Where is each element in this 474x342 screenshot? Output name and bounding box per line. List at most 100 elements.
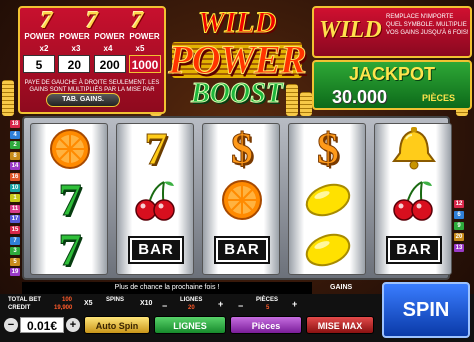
coin-plus-button[interactable]: + — [66, 318, 80, 332]
payline-number: 6 — [454, 211, 464, 219]
jackpot-label: JACKPOT — [348, 64, 435, 84]
reel-cell: BAR — [203, 225, 281, 275]
payline-number: 18 — [10, 120, 20, 128]
reel-cell: $ — [289, 124, 367, 174]
lignes-label: LIGNES — [180, 297, 203, 303]
payline-number: 14 — [10, 162, 20, 171]
spins-label: SPINS — [106, 297, 125, 303]
lignes-button[interactable]: LIGNES — [154, 316, 226, 334]
lignes-plus-button[interactable]: + — [218, 300, 223, 309]
slot-game: 7 7 7 POWER POWER POWER POWER x2 x3 x4 x… — [0, 0, 474, 342]
seven-green-symbol: 7 — [58, 224, 82, 275]
jackpot-panel: JACKPOT 30.000 PIÈCES — [312, 60, 472, 110]
gains-box: GAINS — [312, 282, 380, 320]
bar-symbol: BAR — [128, 236, 184, 264]
reel-cell — [31, 124, 109, 174]
credit-value: 19,900 — [54, 305, 73, 311]
orange-icon — [222, 180, 262, 220]
payline-number: 9 — [454, 222, 464, 230]
status-message: Plus de chance la prochaine fois ! — [22, 282, 312, 294]
credit-label: CREDIT — [8, 305, 31, 311]
payline-number: 3 — [10, 247, 20, 256]
paytable-power-label: POWER — [59, 32, 90, 41]
seven-gold-symbol: 7 — [144, 123, 168, 174]
reel-frame: 7 7 7 BAR $ BAR $ BAR — [22, 116, 452, 280]
paytable-value: 20 — [58, 55, 91, 73]
paytable-value: 5 — [23, 55, 55, 73]
wild-description: REMPLACE N'IMPORTE QUEL SYMBOLE. MULTIPL… — [386, 14, 469, 36]
coin-value-control: − 0.01€ + — [4, 316, 80, 334]
pieces-value: 5 — [266, 305, 270, 311]
tab-gains-button[interactable]: TAB. GAINS. — [46, 93, 120, 107]
payline-number: 17 — [10, 215, 20, 224]
dollar-symbol: $ — [317, 124, 340, 173]
lemon-icon — [305, 233, 351, 267]
payline-number: 7 — [10, 236, 20, 245]
payline-number: 4 — [10, 130, 20, 139]
lignes-minus-button[interactable]: − — [162, 302, 167, 311]
paytable-value: 1000 — [128, 55, 161, 73]
paytable-power-label: POWER — [94, 32, 125, 41]
reel-4: $ — [288, 123, 366, 275]
paytable-power-label: POWER — [129, 32, 160, 41]
payline-number: 11 — [10, 204, 20, 213]
logo-power-text: POWER — [168, 37, 307, 83]
x5-button[interactable]: X5 — [84, 300, 93, 308]
paytable-seven: 7 — [131, 8, 144, 34]
reel-cell: $ — [203, 124, 281, 174]
payline-number: 2 — [10, 141, 20, 150]
jackpot-unit: PIÈCES — [422, 93, 456, 103]
payline-number: 5 — [10, 257, 20, 266]
orange-icon — [50, 129, 90, 169]
total-bet-value: 100 — [62, 297, 73, 303]
coin-stack-decoration — [2, 80, 14, 116]
payline-number: 15 — [10, 226, 20, 234]
gains-label: GAINS — [330, 284, 353, 291]
reel-cell: 7 — [31, 175, 109, 225]
pieces-label: PIÈCES — [256, 297, 279, 303]
payline-number: 10 — [10, 183, 20, 192]
reel-1: 77 — [30, 123, 108, 275]
reel-cell: BAR — [117, 225, 195, 275]
reel-cell — [203, 175, 281, 225]
payline-number: 8 — [10, 151, 20, 160]
total-bet-label: TOTAL BET — [8, 297, 41, 303]
pieces-minus-button[interactable]: − — [238, 302, 243, 311]
payline-number: 1 — [10, 194, 20, 203]
paytable-seven: 7 — [40, 8, 53, 34]
x10-button[interactable]: X10 — [140, 300, 152, 308]
bar-symbol: BAR — [386, 236, 442, 264]
reel-2: 7 BAR — [116, 123, 194, 275]
spin-button[interactable]: SPIN — [382, 282, 470, 338]
paytable-seven: 7 — [85, 8, 98, 34]
payline-number: 13 — [454, 244, 464, 252]
paytable-multiplier: x5 — [135, 44, 145, 53]
game-logo: WILD POWER BOOST — [168, 4, 307, 114]
pieces-button[interactable]: Pièces — [230, 316, 302, 334]
paytable-multiplier: x4 — [103, 44, 113, 53]
autospin-button[interactable]: Auto Spin — [84, 316, 150, 334]
reel-cell: BAR — [375, 225, 453, 275]
coin-value-field: 0.01€ — [20, 317, 64, 333]
reel-cell — [289, 175, 367, 225]
coin-minus-button[interactable]: − — [4, 318, 18, 332]
pieces-plus-button[interactable]: + — [292, 300, 297, 309]
lignes-value: 20 — [188, 305, 195, 311]
reel-cell — [289, 225, 367, 275]
payline-number: 20 — [454, 233, 464, 241]
logo-wild-text: WILD — [197, 6, 277, 40]
lemon-icon — [305, 183, 351, 217]
payline-number: 12 — [454, 200, 464, 208]
reel-cell: 7 — [31, 225, 109, 275]
payline-number: 19 — [10, 268, 20, 277]
seven-green-symbol: 7 — [58, 174, 82, 225]
paytable-multiplier: x2 — [39, 44, 49, 53]
payline-number: 16 — [10, 173, 20, 181]
reel-cell — [375, 124, 453, 174]
paytable-value: 200 — [93, 55, 126, 73]
paytable-multiplier: x3 — [71, 44, 81, 53]
bar-symbol: BAR — [214, 236, 270, 264]
reel-cell: 7 — [117, 124, 195, 174]
reel-5: BAR — [374, 123, 452, 275]
bell-icon — [392, 127, 436, 170]
